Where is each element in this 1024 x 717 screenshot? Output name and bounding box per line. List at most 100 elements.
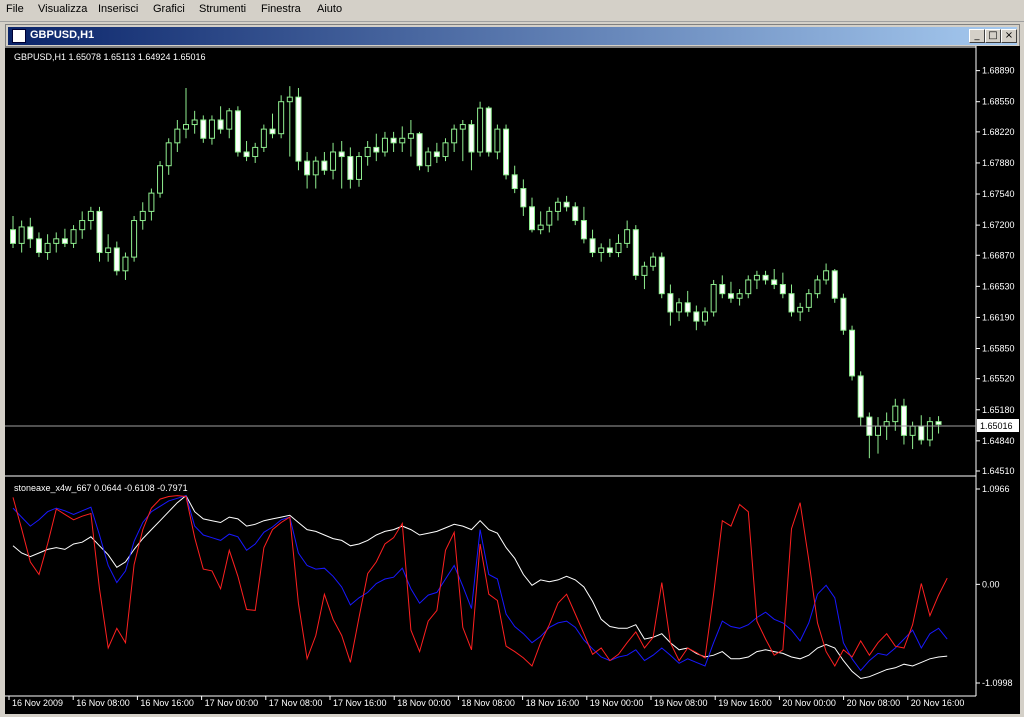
candle-body <box>157 165 164 194</box>
candle-body <box>390 137 397 144</box>
candle-body <box>632 229 639 276</box>
candle-body <box>840 297 847 331</box>
candle-body <box>122 256 129 272</box>
candle-body <box>797 306 804 313</box>
candle-body <box>191 119 198 126</box>
candle-body <box>503 128 510 176</box>
candle-body <box>684 302 691 313</box>
candle-body <box>381 137 388 153</box>
candle-body <box>234 110 241 153</box>
candle-body <box>53 238 60 244</box>
candle-body <box>892 405 899 423</box>
candle-body <box>823 270 830 281</box>
time-tick-label: 18 Nov 00:00 <box>397 698 451 708</box>
candles-group <box>10 86 942 459</box>
candle-body <box>615 242 622 254</box>
candle-body <box>278 101 285 135</box>
minimize-button[interactable]: _ <box>969 29 985 43</box>
time-tick-label: 20 Nov 16:00 <box>911 698 965 708</box>
time-tick-label: 19 Nov 08:00 <box>654 698 708 708</box>
price-tick-label: 1.67540 <box>982 189 1015 199</box>
candle-body <box>312 160 319 176</box>
candle-body <box>260 128 267 148</box>
candle-body <box>407 133 414 139</box>
menu-strumenti[interactable]: Strumenti <box>199 3 246 15</box>
window-title: GBPUSD,H1 <box>30 29 95 41</box>
candle-body <box>831 270 838 299</box>
candle-body <box>321 160 328 171</box>
candle-body <box>243 151 250 158</box>
candle-body <box>563 201 570 208</box>
chart-window-icon <box>12 29 26 43</box>
time-tick-label: 16 Nov 16:00 <box>140 698 194 708</box>
menu-grafici[interactable]: Grafici <box>153 3 185 15</box>
candle-body <box>468 124 475 153</box>
candle-body <box>935 421 942 425</box>
menu-visualizza[interactable]: Visualizza <box>38 3 87 15</box>
chart-svg[interactable]: GBPUSD,H1 1.65078 1.65113 1.64924 1.6501… <box>5 46 1020 714</box>
time-tick-label: 18 Nov 08:00 <box>461 698 515 708</box>
time-tick-label: 16 Nov 2009 <box>12 698 63 708</box>
menu-inserisci[interactable]: Inserisci <box>98 3 138 15</box>
candle-body <box>252 146 259 158</box>
candle-body <box>736 293 743 299</box>
candle-body <box>139 210 146 222</box>
time-tick-label: 18 Nov 16:00 <box>526 698 580 708</box>
time-tick-label: 17 Nov 08:00 <box>269 698 323 708</box>
candle-body <box>857 375 864 418</box>
candle-body <box>338 151 345 158</box>
candle-body <box>200 119 207 139</box>
candle-body <box>425 151 432 167</box>
candle-body <box>762 274 769 281</box>
candle-body <box>373 146 380 153</box>
indicator-tick-label: -1.0998 <box>982 678 1013 688</box>
menu-file[interactable]: File <box>6 3 24 15</box>
price-tick-label: 1.64510 <box>982 466 1015 476</box>
price-tick-label: 1.66190 <box>982 312 1015 322</box>
candle-body <box>537 224 544 231</box>
candle-body <box>295 96 302 162</box>
candle-body <box>702 311 708 322</box>
price-axis: 1.68890 1.68550 1.68220 1.67880 1.67540 1.672… <box>976 66 1015 476</box>
candle-body <box>875 425 881 436</box>
price-tick-label: 1.65180 <box>982 405 1015 415</box>
candle-body <box>399 137 406 144</box>
window-titlebar[interactable]: GBPUSD,H1 _ □ × <box>8 27 1017 45</box>
indicator-tick-label: 1.0966 <box>982 484 1010 494</box>
price-tick-label: 1.65520 <box>982 374 1015 384</box>
price-tick-label: 1.65850 <box>982 344 1015 354</box>
menu-aiuto[interactable]: Aiuto <box>317 3 342 15</box>
candle-body <box>624 229 631 244</box>
candle-body <box>356 156 362 180</box>
close-button[interactable]: × <box>1001 29 1017 43</box>
candle-body <box>606 247 613 254</box>
menu-finestra[interactable]: Finestra <box>261 3 301 15</box>
chart-area[interactable]: GBPUSD,H1 1.65078 1.65113 1.64924 1.6501… <box>5 46 1020 714</box>
candle-body <box>347 156 354 180</box>
candle-body <box>771 279 778 286</box>
candle-body <box>451 128 458 144</box>
price-tick-label: 1.68220 <box>982 127 1015 137</box>
candle-body <box>79 220 86 231</box>
candle-body <box>529 206 535 231</box>
candle-body <box>727 293 734 299</box>
candle-body <box>174 128 181 144</box>
menu-bar: File Visualizza Inserisci Grafici Strume… <box>0 0 1024 22</box>
candle-body <box>87 210 94 222</box>
candle-body <box>165 142 172 167</box>
time-axis: 16 Nov 2009 16 Nov 08:00 16 Nov 16:00 17 No… <box>8 696 965 708</box>
candle-body <box>546 210 553 226</box>
time-tick-label: 17 Nov 16:00 <box>333 698 387 708</box>
candle-body <box>433 151 440 158</box>
candle-body <box>788 293 795 313</box>
candle-body <box>27 226 34 240</box>
time-tick-label: 16 Nov 08:00 <box>76 698 130 708</box>
price-tick-label: 1.68890 <box>982 66 1015 76</box>
candle-body <box>183 124 189 130</box>
candle-body <box>918 425 925 441</box>
candle-body <box>208 119 215 139</box>
maximize-button[interactable]: □ <box>985 29 1001 43</box>
indicator-axis: 1.0966 0.00 -1.0998 <box>976 484 1013 688</box>
indicator-info-text: stoneaxe_x4w_667 0.0644 -0.6108 -0.7971 <box>14 483 188 493</box>
candle-body <box>286 96 293 103</box>
